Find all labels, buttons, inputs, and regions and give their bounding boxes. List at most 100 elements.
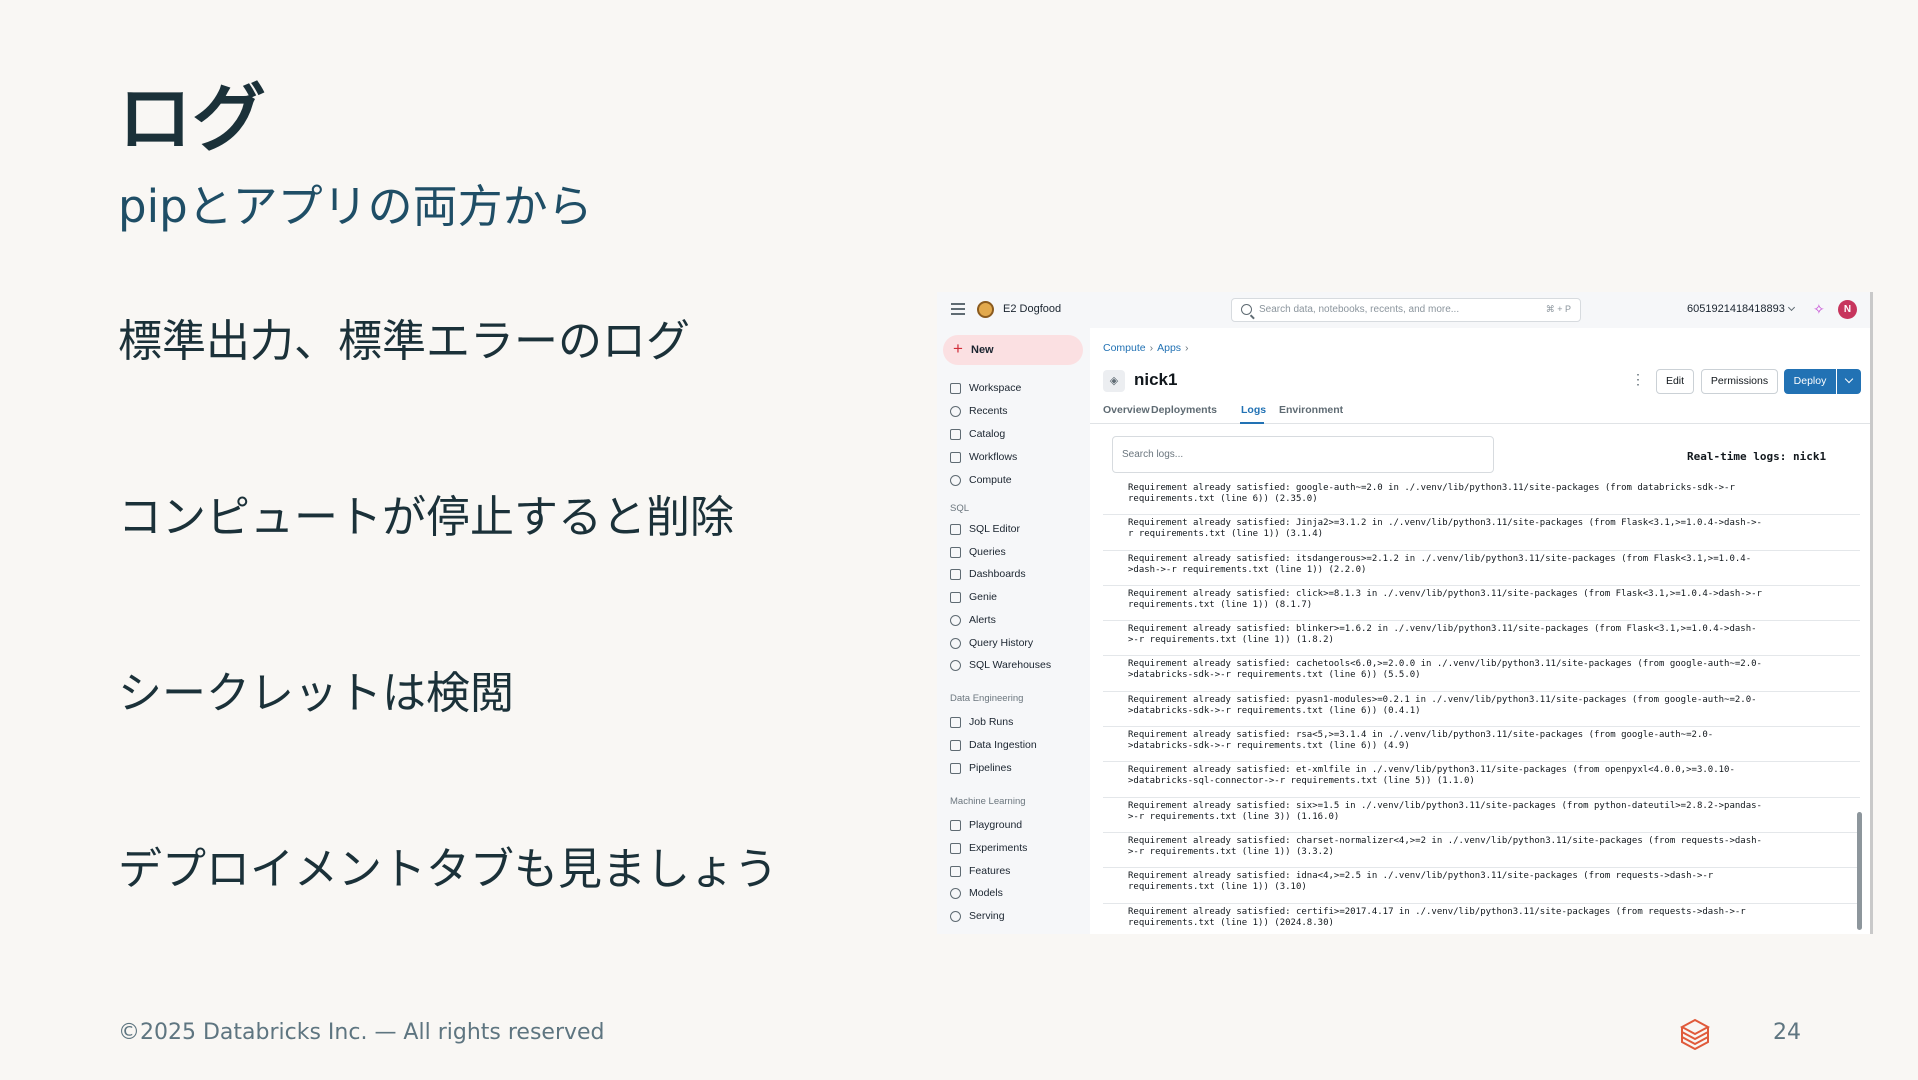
sidebar-item-alerts[interactable]: Alerts	[937, 610, 1090, 630]
workspace-name[interactable]: E2 Dogfood	[1003, 303, 1061, 315]
new-button-label: New	[971, 344, 994, 356]
sidebar-item-queries[interactable]: Queries	[937, 542, 1090, 562]
sidebar-item-label: Models	[969, 887, 1003, 899]
sidebar-item-query-history[interactable]: Query History	[937, 633, 1090, 653]
sidebar-item-label: Recents	[969, 405, 1008, 417]
active-tab-indicator	[1240, 422, 1264, 424]
sidebar-item-workflows[interactable]: Workflows	[937, 447, 1090, 467]
workflows-icon	[950, 452, 961, 463]
bullet-deleted-on-stop: コンピュートが停止すると削除	[118, 492, 734, 543]
sidebar-section-data-engineering: Data Engineering	[950, 693, 1024, 704]
sidebar-item-genie[interactable]: Genie	[937, 587, 1090, 607]
chevron-down-icon[interactable]	[1787, 303, 1796, 312]
sidebar-item-label: Catalog	[969, 428, 1006, 440]
search-icon	[1241, 304, 1252, 315]
databricks-logo-icon	[1680, 1018, 1710, 1050]
search-shortcut: ⌘ + P	[1545, 304, 1571, 314]
log-search-placeholder: Search logs...	[1122, 449, 1184, 460]
sidebar-item-catalog[interactable]: Catalog	[937, 424, 1090, 444]
clock-icon	[950, 406, 961, 417]
sidebar-item-label: Experiments	[969, 842, 1028, 854]
workspace-logo	[977, 301, 994, 318]
log-line: Requirement already satisfied: pyasn1-mo…	[1103, 692, 1860, 728]
sidebar-item-models[interactable]: Models	[937, 883, 1090, 903]
sidebar-item-dashboards[interactable]: Dashboards	[937, 564, 1090, 584]
breadcrumb-separator: ›	[1185, 342, 1189, 354]
plus-icon: +	[953, 339, 963, 358]
sidebar-item-workspace[interactable]: Workspace	[937, 378, 1090, 398]
global-search-input[interactable]: Search data, notebooks, recents, and mor…	[1231, 298, 1581, 322]
log-line: Requirement already satisfied: charset-n…	[1103, 833, 1860, 869]
log-scrollbar[interactable]	[1857, 812, 1862, 930]
sidebar-item-job-runs[interactable]: Job Runs	[937, 712, 1090, 732]
queries-icon	[950, 547, 961, 558]
account-id[interactable]: 6051921418418893	[1687, 303, 1785, 315]
tab-bar: Overview Deployments Logs Environment	[1090, 400, 1870, 424]
dashboard-icon	[950, 569, 961, 580]
sidebar: + New Workspace Recents Catalog Workflow…	[937, 328, 1090, 934]
breadcrumb-separator: ›	[1149, 342, 1154, 354]
sidebar-item-label: Pipelines	[969, 762, 1012, 774]
log-list: Requirement already satisfied: google-au…	[1103, 480, 1860, 934]
folder-icon	[950, 383, 961, 394]
bell-icon	[950, 615, 961, 626]
sidebar-item-experiments[interactable]: Experiments	[937, 838, 1090, 858]
tab-logs[interactable]: Logs	[1241, 404, 1266, 416]
flask-icon	[950, 843, 961, 854]
assistant-sparkle-icon[interactable]: ✧	[1813, 301, 1825, 318]
log-line: Requirement already satisfied: certifi>=…	[1103, 904, 1860, 934]
deploy-dropdown-chevron-icon[interactable]	[1837, 369, 1861, 394]
sidebar-item-compute[interactable]: Compute	[937, 470, 1090, 490]
log-line: Requirement already satisfied: blinker>=…	[1103, 621, 1860, 657]
sidebar-item-sql-warehouses[interactable]: SQL Warehouses	[937, 655, 1090, 675]
bullet-secrets-redacted: シークレットは検閲	[118, 668, 514, 719]
warehouse-icon	[950, 660, 961, 671]
sidebar-item-pipelines[interactable]: Pipelines	[937, 758, 1090, 778]
edit-button[interactable]: Edit	[1656, 369, 1694, 394]
sidebar-item-label: Query History	[969, 637, 1034, 649]
main-panel: Compute › Apps › ◈ nick1 ⋮ Edit Permissions…	[1090, 328, 1870, 934]
sidebar-item-label: SQL Editor	[969, 523, 1020, 535]
history-icon	[950, 638, 961, 649]
page-title: nick1	[1134, 370, 1178, 389]
user-avatar[interactable]: N	[1838, 300, 1857, 319]
tab-deployments[interactable]: Deployments	[1151, 404, 1217, 416]
sidebar-item-features[interactable]: Features	[937, 861, 1090, 881]
sidebar-item-recents[interactable]: Recents	[937, 401, 1090, 421]
list-icon	[950, 717, 961, 728]
bullet-deployments-tab: デプロイメントタブも見ましょう	[118, 844, 778, 895]
pipeline-icon	[950, 763, 961, 774]
breadcrumb-apps[interactable]: Apps	[1157, 342, 1181, 354]
bullet-stdout-stderr: 標準出力、標準エラーのログ	[118, 316, 690, 367]
sql-editor-icon	[950, 524, 961, 535]
sidebar-item-playground[interactable]: Playground	[937, 815, 1090, 835]
catalog-icon	[950, 429, 961, 440]
menu-icon[interactable]	[951, 303, 965, 315]
log-line: Requirement already satisfied: six>=1.5 …	[1103, 798, 1860, 833]
deploy-button[interactable]: Deploy	[1784, 369, 1836, 394]
sidebar-item-label: SQL Warehouses	[969, 659, 1052, 671]
sidebar-item-data-ingestion[interactable]: Data Ingestion	[937, 735, 1090, 755]
sidebar-item-serving[interactable]: Serving	[937, 906, 1090, 926]
features-icon	[950, 866, 961, 877]
permissions-button[interactable]: Permissions	[1701, 369, 1778, 394]
new-button[interactable]: + New	[943, 335, 1083, 365]
sidebar-item-label: Data Ingestion	[969, 739, 1037, 751]
sidebar-item-label: Dashboards	[969, 568, 1026, 580]
log-line: Requirement already satisfied: google-au…	[1103, 480, 1860, 516]
log-line: Requirement already satisfied: rsa<5,>=3…	[1103, 727, 1860, 763]
sidebar-item-label: Playground	[969, 819, 1023, 831]
slide-title: ログ	[118, 76, 266, 162]
breadcrumb-compute[interactable]: Compute	[1103, 342, 1146, 354]
tab-overview[interactable]: Overview	[1103, 404, 1150, 416]
log-line: Requirement already satisfied: Jinja2>=3…	[1103, 515, 1860, 551]
more-options-icon[interactable]: ⋮	[1631, 370, 1645, 388]
sidebar-item-sql-editor[interactable]: SQL Editor	[937, 519, 1090, 539]
log-search-input[interactable]: Search logs...	[1112, 436, 1494, 473]
realtime-logs-title: Real-time logs: nick1	[1687, 450, 1827, 463]
playground-icon	[950, 820, 961, 831]
tab-environment[interactable]: Environment	[1279, 404, 1343, 416]
log-line: Requirement already satisfied: cachetool…	[1103, 656, 1860, 692]
sidebar-item-label: Serving	[969, 910, 1005, 922]
sidebar-item-label: Workflows	[969, 451, 1018, 463]
